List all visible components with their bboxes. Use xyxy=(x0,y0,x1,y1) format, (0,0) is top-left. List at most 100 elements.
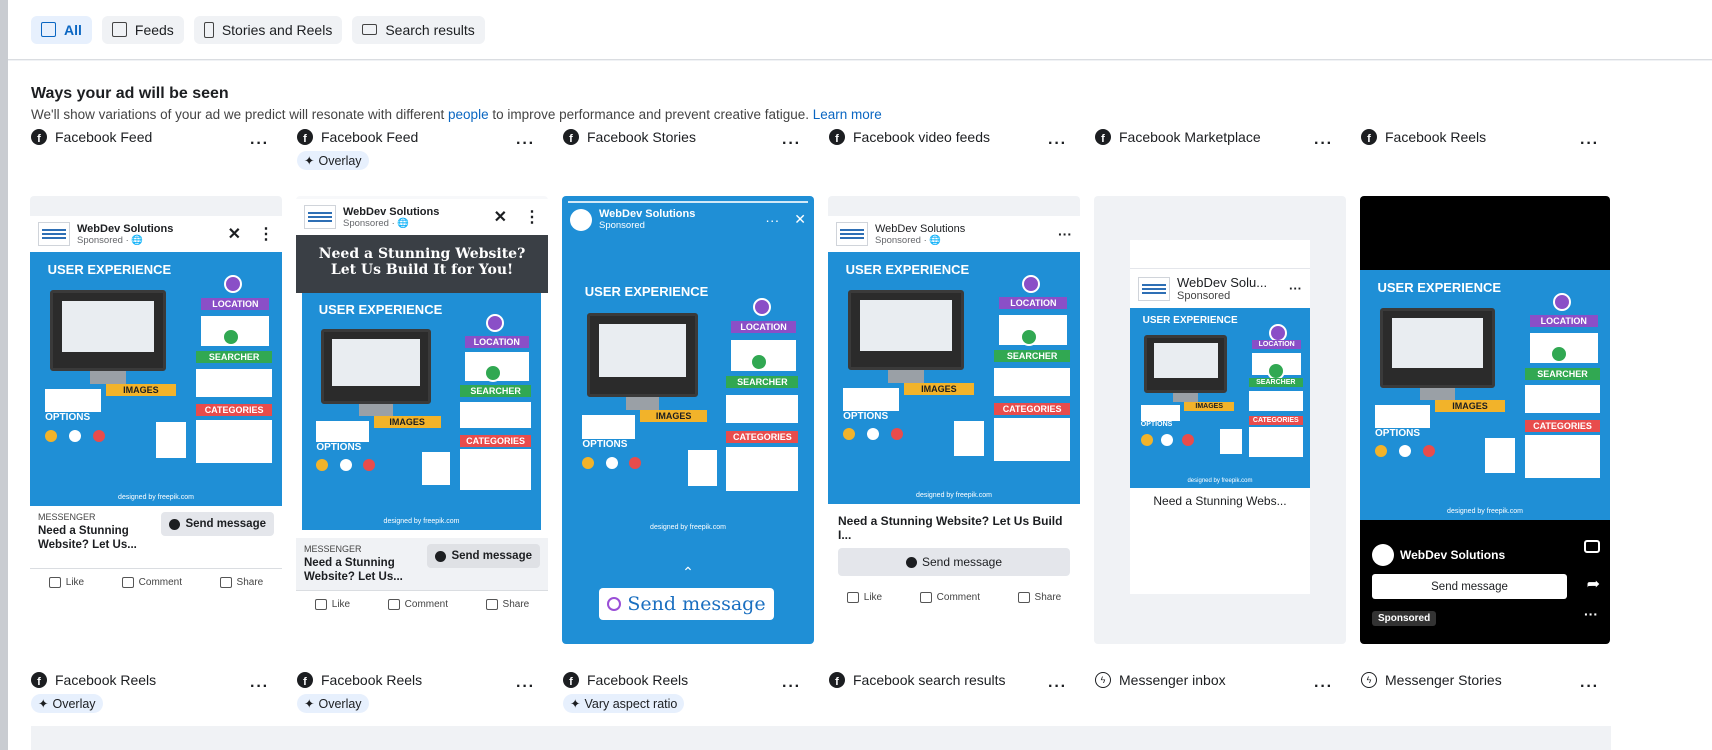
overlay-headline: Need a Stunning Website? Let Us Build It… xyxy=(296,235,548,293)
post-actions: Like Comment Share xyxy=(30,568,282,596)
magnifier-icon xyxy=(750,352,769,371)
more-options-button[interactable]: ··· xyxy=(250,678,269,696)
feed-post: WebDev Solutions Sponsored · 🌐 ✕ ⋮ Need a S… xyxy=(296,199,548,644)
people-link[interactable]: people xyxy=(448,107,489,122)
facebook-icon: f xyxy=(563,672,579,688)
placement-messenger-stories: ϟ Messenger Stories ··· xyxy=(1361,672,1611,695)
like-button[interactable]: Like xyxy=(48,577,84,588)
share-button[interactable]: Share xyxy=(1017,592,1061,603)
more-options-button[interactable]: ··· xyxy=(1314,678,1333,696)
more-options-button[interactable]: ··· xyxy=(1048,135,1067,153)
ad-creative-image: USER EXPERIENCE LOCATION SEARCHER IMAGES OPT… xyxy=(828,252,1080,504)
close-icon[interactable]: ✕ xyxy=(794,211,806,228)
like-button[interactable]: Like xyxy=(314,599,350,610)
search-results-icon xyxy=(362,24,378,35)
send-message-button[interactable]: Send message xyxy=(599,588,774,620)
more-options-button[interactable]: ··· xyxy=(1580,678,1599,696)
phone-icon xyxy=(203,21,214,38)
more-options-button[interactable]: ··· xyxy=(1580,135,1599,153)
more-icon[interactable]: ··· xyxy=(1058,226,1072,242)
ad-creative-image: USER EXPERIENCE LOCATION SEARCHER IMAGES OPT… xyxy=(30,252,282,506)
magnifier-icon xyxy=(1550,345,1568,363)
tab-search-results[interactable]: Search results xyxy=(352,15,485,44)
more-options-button[interactable]: ··· xyxy=(782,135,801,153)
kebab-menu-icon[interactable]: ⋮ xyxy=(258,224,274,244)
facebook-icon: f xyxy=(31,129,47,145)
tab-feeds[interactable]: Feeds xyxy=(101,15,184,44)
share-button[interactable]: Share xyxy=(485,599,529,610)
send-message-button[interactable]: Send message xyxy=(427,544,540,568)
preview-card-feed[interactable]: WebDev Solutions Sponsored · 🌐 ✕ ⋮ USER EXP… xyxy=(30,196,282,644)
send-message-button[interactable]: Send message xyxy=(161,512,274,536)
thumbs-up-icon xyxy=(314,599,327,610)
facebook-icon: f xyxy=(829,129,845,145)
comment-icon xyxy=(121,577,134,588)
preview-card-stories[interactable]: WebDev Solutions Sponsored ··· ✕ USER EXPER… xyxy=(562,196,814,644)
headline: Need a Stunning Webs... xyxy=(1153,494,1287,508)
close-icon[interactable]: ✕ xyxy=(228,224,241,244)
messenger-icon: ϟ xyxy=(1095,672,1111,688)
more-options-button[interactable]: ··· xyxy=(516,678,535,696)
like-button[interactable]: Like xyxy=(846,592,882,603)
send-message-button[interactable]: Send message xyxy=(1372,574,1567,599)
vary-aspect-ratio-badge: ✦ Vary aspect ratio xyxy=(563,694,685,713)
comment-icon xyxy=(387,599,400,610)
facebook-icon: f xyxy=(297,129,313,145)
placement-facebook-reels-aspect: f Facebook Reels ✦ Vary aspect ratio ··· xyxy=(563,672,813,713)
more-options-button[interactable]: ··· xyxy=(250,135,269,153)
more-icon[interactable]: ··· xyxy=(1584,606,1598,622)
learn-more-link[interactable]: Learn more xyxy=(813,107,882,122)
avatar xyxy=(570,208,592,231)
more-icon[interactable]: ··· xyxy=(1289,281,1302,296)
magnifier-icon xyxy=(221,328,240,347)
comment-button[interactable]: Comment xyxy=(387,599,448,610)
feed-post: WebDev Solutions Sponsored · 🌐 ✕ ⋮ USER EXP… xyxy=(30,216,282,644)
more-options-button[interactable]: ··· xyxy=(782,678,801,696)
placement-facebook-feed-overlay: f Facebook Feed ✦ Overlay ··· xyxy=(297,129,547,170)
brand-logo xyxy=(304,205,336,229)
preview-card-marketplace[interactable]: WebDev Solu... Sponsored ··· USER EXPERIEN… xyxy=(1094,196,1346,644)
more-options-button[interactable]: ··· xyxy=(1048,678,1067,696)
marketplace-post: WebDev Solu... Sponsored ··· USER EXPERIEN… xyxy=(1130,240,1310,594)
left-edge xyxy=(0,0,8,750)
grid-icon xyxy=(41,22,56,37)
post-header: WebDev Solutions Sponsored · 🌐 ✕ ⋮ xyxy=(296,199,548,235)
story-progress-bar xyxy=(568,201,808,203)
location-pin-icon xyxy=(224,274,243,293)
close-icon[interactable]: ✕ xyxy=(494,207,507,227)
facebook-icon: f xyxy=(31,672,47,688)
comment-button[interactable]: Comment xyxy=(919,592,980,603)
placement-facebook-feed: f Facebook Feed ··· xyxy=(31,129,281,152)
ad-creative-image: USER EXPERIENCE LOCATION SEARCHER IMAGES OPT… xyxy=(568,274,808,536)
overlay-badge: ✦ Overlay xyxy=(297,151,369,170)
more-options-button[interactable]: ··· xyxy=(516,135,535,153)
brand-logo xyxy=(38,222,70,246)
messenger-icon xyxy=(435,550,447,562)
comment-button[interactable]: Comment xyxy=(121,577,182,588)
overlay-badge: ✦ Overlay xyxy=(31,694,103,713)
tab-all[interactable]: All xyxy=(31,15,92,44)
preview-card-reels[interactable]: USER EXPERIENCE LOCATION SEARCHER IMAGES OPT… xyxy=(1360,196,1610,644)
facebook-icon: f xyxy=(829,672,845,688)
more-icon[interactable]: ··· xyxy=(765,212,779,228)
share-icon xyxy=(485,599,498,610)
comment-icon[interactable] xyxy=(1584,540,1600,553)
send-message-button[interactable]: Send message xyxy=(838,548,1070,576)
facebook-icon: f xyxy=(297,672,313,688)
preview-card-video-feeds[interactable]: WebDev Solutions Sponsored · 🌐 ··· USER EX… xyxy=(828,196,1080,644)
tab-stories-reels[interactable]: Stories and Reels xyxy=(193,15,343,44)
location-pin-icon xyxy=(486,314,505,333)
post-header: WebDev Solutions Sponsored · 🌐 ✕ ⋮ xyxy=(30,216,282,252)
kebab-menu-icon[interactable]: ⋮ xyxy=(524,207,540,227)
section-description: We'll show variations of your ad we pred… xyxy=(31,107,882,122)
messenger-icon: ϟ xyxy=(1361,672,1377,688)
share-button[interactable]: Share xyxy=(219,577,263,588)
placement-facebook-video-feeds: f Facebook video feeds ··· xyxy=(829,129,1079,152)
feed-icon xyxy=(111,22,127,37)
preview-card-feed-overlay[interactable]: WebDev Solutions Sponsored · 🌐 ✕ ⋮ Need a S… xyxy=(296,196,548,644)
chevron-up-icon: ⌃ xyxy=(682,564,694,580)
more-options-button[interactable]: ··· xyxy=(1314,135,1333,153)
reels-page-row: WebDev Solutions xyxy=(1372,544,1505,566)
share-icon[interactable]: ➦ xyxy=(1587,574,1600,594)
placement-facebook-reels: f Facebook Reels ··· xyxy=(1361,129,1611,152)
